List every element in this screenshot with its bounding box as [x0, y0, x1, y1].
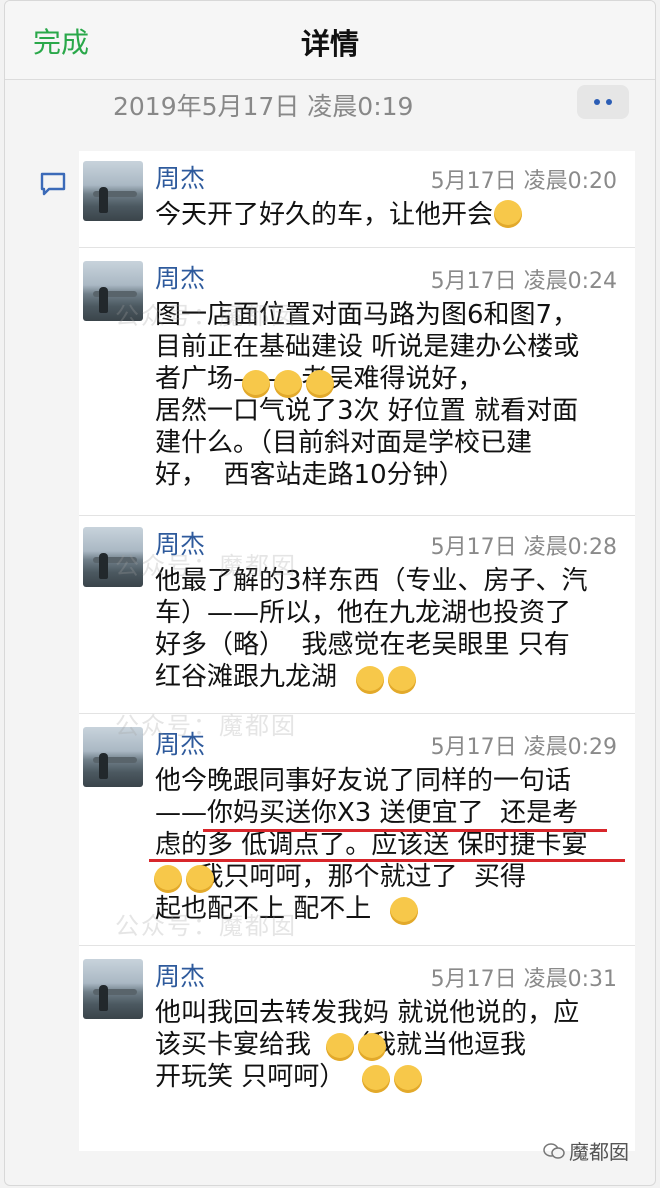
message-text: 他今晚跟同事好友说了同样的一句话 ——你妈买送你X3 送便宜了 还是考 虑的多 …	[155, 766, 588, 924]
smile-emoji-icon	[390, 897, 418, 925]
record-date: 2019年5月17日 凌晨0:19	[113, 92, 414, 121]
message-text: 今天开了好久的车，让他开会	[155, 199, 625, 231]
more-dot-icon	[606, 99, 612, 105]
message-time: 5月17日 凌晨0:31	[430, 967, 617, 992]
pray-emoji-icon	[274, 370, 302, 398]
sender-name[interactable]: 周杰	[155, 957, 205, 993]
pray-emoji-icon	[242, 370, 270, 398]
avatar[interactable]	[83, 527, 143, 587]
message-item: 周杰 5月17日 凌晨0:31 他叫我回去转发我妈 就说他说的，应 该买卡宴给我…	[79, 949, 635, 1149]
highlight-underline	[203, 829, 607, 832]
message-text: 图一店面位置对面马路为图6和图7， 目前正在基础建设 听说是建办公楼或 者广场—…	[155, 300, 580, 490]
thinking-emoji-icon	[362, 1065, 390, 1093]
sender-name[interactable]: 周杰	[155, 525, 205, 561]
sender-name[interactable]: 周杰	[155, 159, 205, 195]
message-item: 周杰 5月17日 凌晨0:24 图一店面位置对面马路为图6和图7， 目前正在基础…	[79, 251, 635, 516]
page-title: 详情	[300, 27, 359, 61]
message-time: 5月17日 凌晨0:24	[430, 269, 617, 294]
crying-laugh-emoji-icon	[356, 666, 384, 694]
message-time: 5月17日 凌晨0:28	[430, 535, 617, 560]
more-options-button[interactable]	[577, 85, 629, 119]
date-header: 2019年5月17日 凌晨0:19	[5, 79, 655, 129]
highlight-underline	[149, 859, 625, 862]
message-list: 周杰 5月17日 凌晨0:20 今天开了好久的车，让他开会 周杰 5月17日 凌…	[79, 151, 635, 1151]
message-item: 周杰 5月17日 凌晨0:20 今天开了好久的车，让他开会	[79, 151, 635, 248]
crying-laugh-emoji-icon	[186, 865, 214, 893]
message-text: 他叫我回去转发我妈 就说他说的，应 该买卡宴给我 （我就当他逗我 开玩笑 只呵呵…	[155, 998, 580, 1092]
crying-laugh-emoji-icon	[388, 666, 416, 694]
app-frame: 完成 详情 2019年5月17日 凌晨0:19 周杰 5月17日 凌晨0:20 …	[4, 0, 656, 1186]
message-text-body: 今天开了好久的车，让他开会	[155, 200, 494, 230]
crying-laugh-emoji-icon	[358, 1033, 386, 1061]
more-dot-icon	[594, 99, 600, 105]
sender-name[interactable]: 周杰	[155, 725, 205, 761]
smile-emoji-icon	[494, 200, 523, 228]
wechat-icon	[543, 1142, 565, 1159]
comment-icon[interactable]	[39, 171, 67, 197]
sender-name[interactable]: 周杰	[155, 259, 205, 295]
message-item: 周杰 5月17日 凌晨0:28 他最了解的3样东西（专业、房子、汽 车）——所以…	[79, 517, 635, 714]
message-time: 5月17日 凌晨0:29	[430, 735, 617, 760]
message-item: 周杰 5月17日 凌晨0:29 他今晚跟同事好友说了同样的一句话 ——你妈买送你…	[79, 717, 635, 946]
pointing-emoji-icon	[306, 370, 334, 398]
avatar[interactable]	[83, 959, 143, 1019]
brand-watermark: 魔都囡	[543, 1136, 629, 1165]
message-time: 5月17日 凌晨0:20	[430, 169, 617, 194]
avatar[interactable]	[83, 161, 143, 221]
avatar[interactable]	[83, 261, 143, 321]
nav-bar: 完成 详情	[5, 1, 655, 80]
thinking-emoji-icon	[326, 1033, 354, 1061]
brand-name: 魔都囡	[569, 1140, 629, 1164]
crying-laugh-emoji-icon	[154, 865, 182, 893]
avatar[interactable]	[83, 727, 143, 787]
smile-emoji-icon	[394, 1065, 422, 1093]
